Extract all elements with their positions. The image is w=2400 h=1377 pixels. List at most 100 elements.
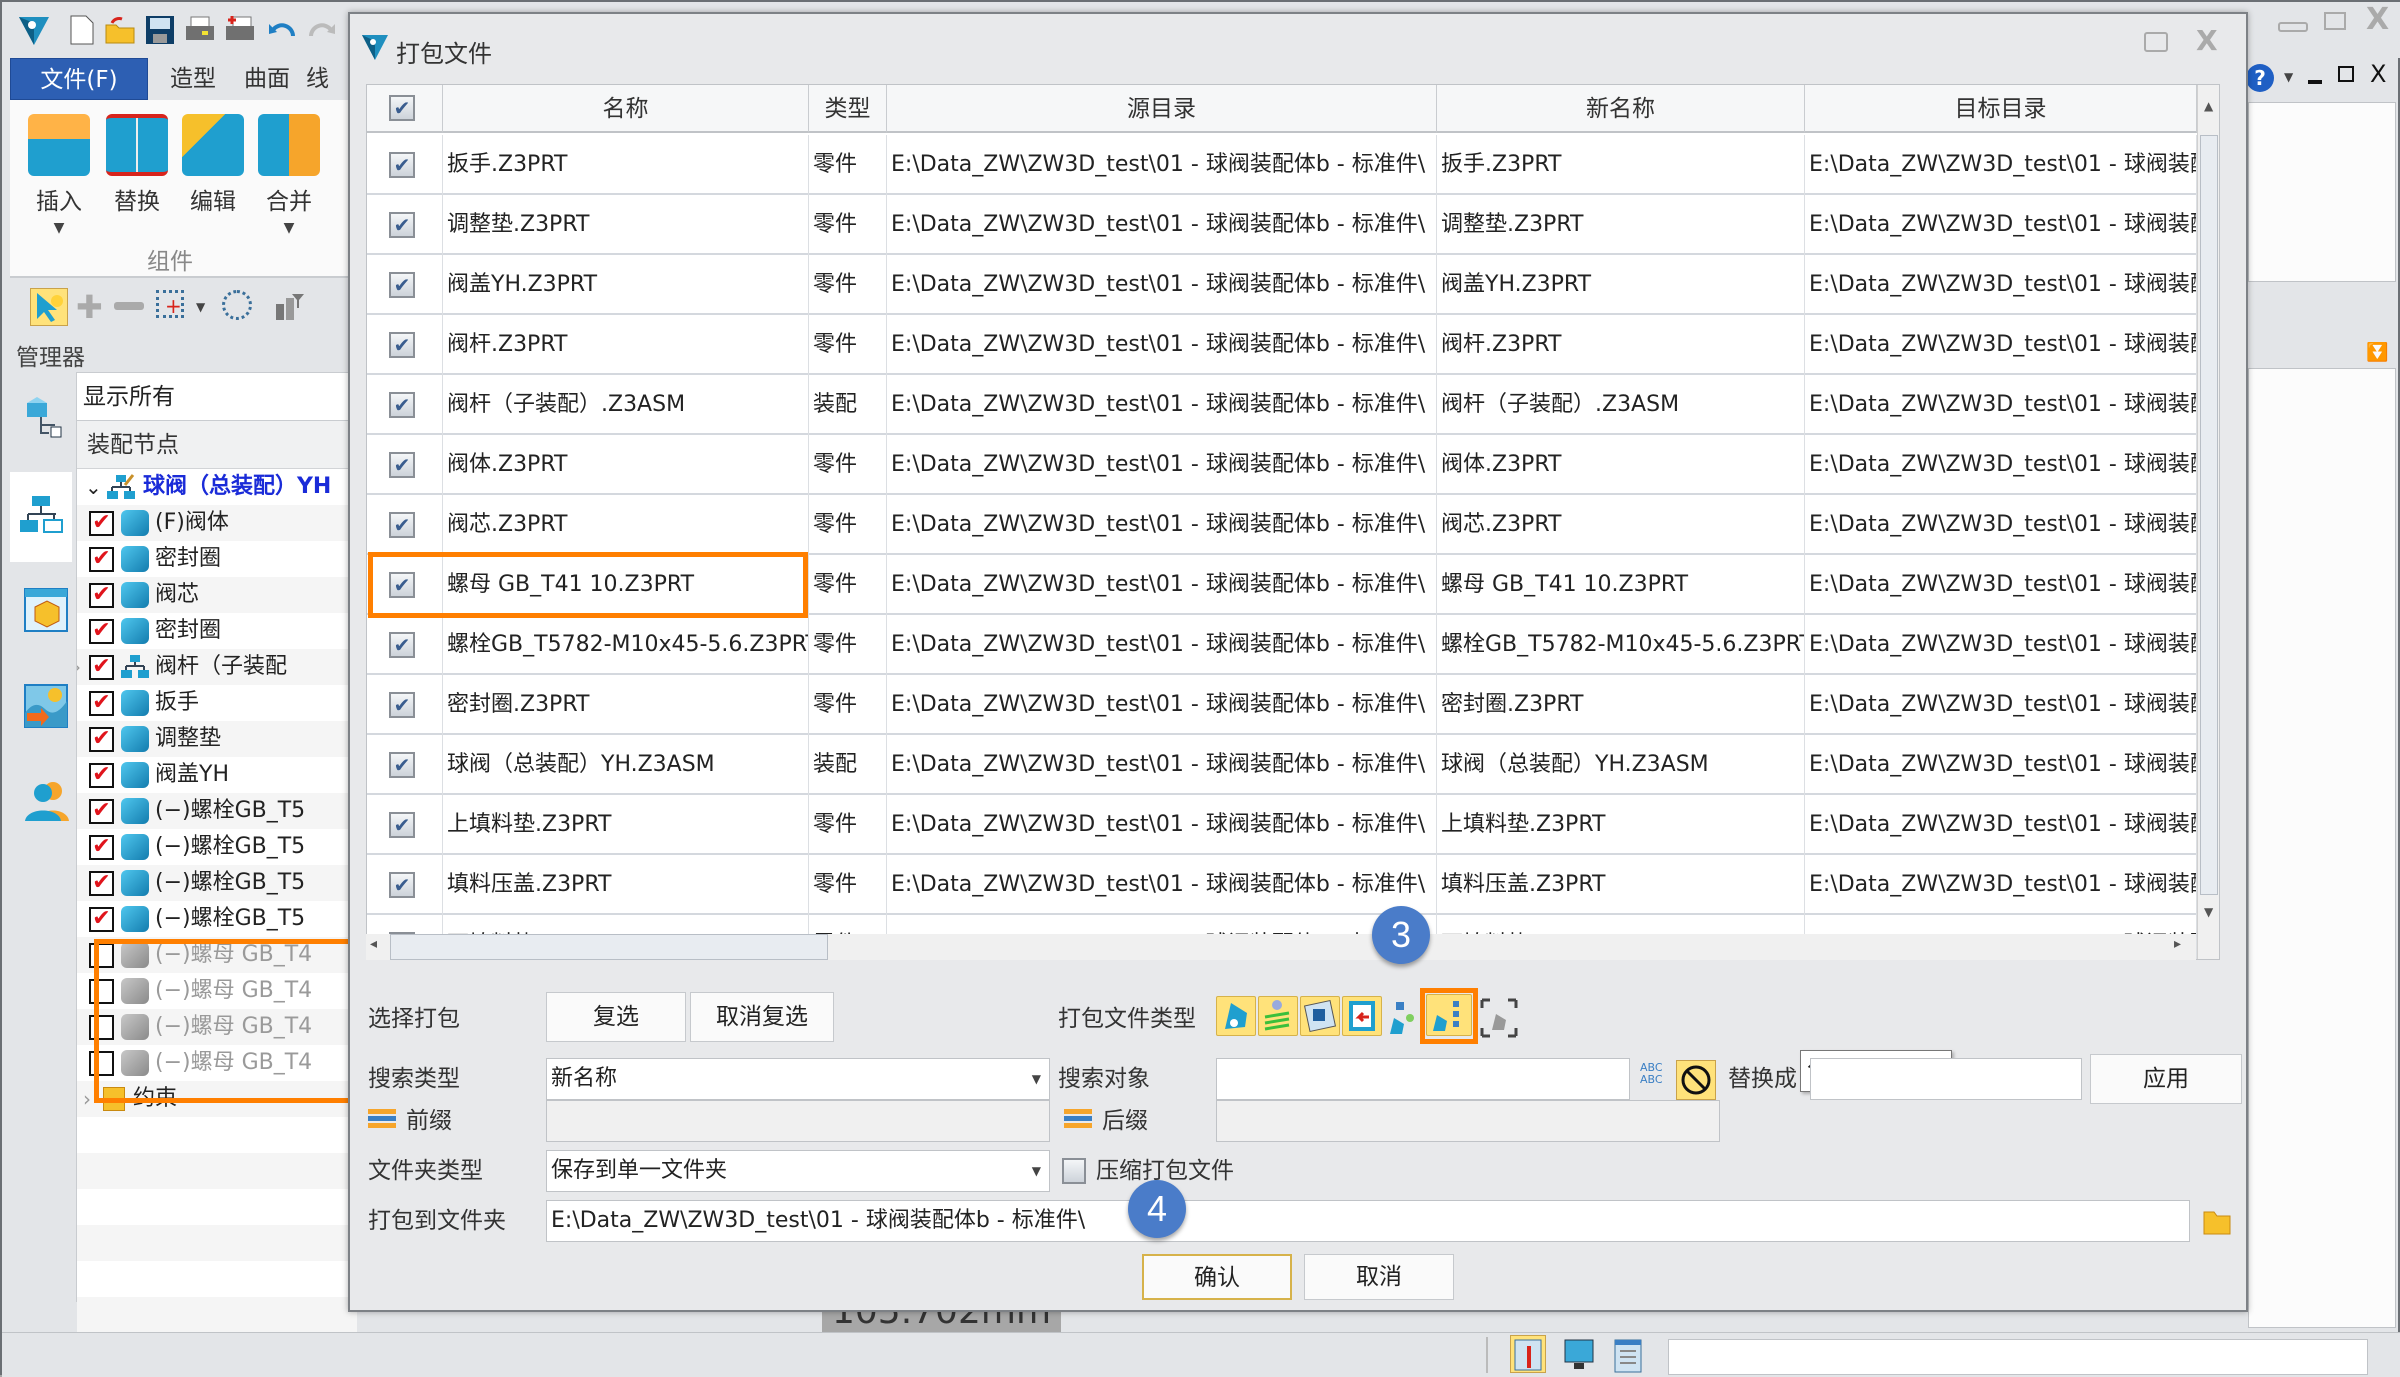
tree-item[interactable]: ✔ 阀盖YH bbox=[77, 757, 357, 793]
tree-item[interactable]: ✔ 密封圈 bbox=[77, 613, 357, 649]
dialog-help-icon[interactable] bbox=[2144, 32, 2168, 52]
log-window-icon[interactable] bbox=[1614, 1339, 1642, 1373]
row-checkbox[interactable]: ✔ bbox=[389, 212, 415, 238]
tree-item-checkbox[interactable]: ✔ bbox=[89, 511, 114, 536]
horizontal-scroll-thumb[interactable] bbox=[390, 934, 828, 960]
external-component-icon[interactable] bbox=[1480, 998, 1518, 1038]
table-row[interactable]: ✔ 密封圈.Z3PRT 零件 E:\Data_ZW\ZW3D_test\01 - 球阀… bbox=[367, 675, 2219, 735]
tree-item[interactable]: (−)螺母 GB_T4 bbox=[77, 1045, 357, 1081]
row-checkbox[interactable]: ✔ bbox=[389, 812, 415, 838]
table-vertical-scrollbar[interactable]: ▲ ▼ bbox=[2197, 85, 2219, 959]
tree-item[interactable]: ✔ 扳手 bbox=[77, 685, 357, 721]
tree-item[interactable]: ✔ (−)螺栓GB_T5 bbox=[77, 901, 357, 937]
undo-icon[interactable] bbox=[264, 12, 300, 48]
ok-button[interactable]: 确认 bbox=[1142, 1254, 1292, 1300]
tree-item[interactable]: ✔ (F)阀体 bbox=[77, 505, 357, 541]
tree-item[interactable]: ✔ 阀芯 bbox=[77, 577, 357, 613]
browse-folder-icon[interactable] bbox=[2200, 1204, 2234, 1238]
table-row[interactable]: ✔ 上填料垫.Z3PRT 零件 E:\Data_ZW\ZW3D_test\01 - 球… bbox=[367, 795, 2219, 855]
image-file-icon[interactable] bbox=[1300, 996, 1340, 1036]
menu-file[interactable]: 文件(F) bbox=[10, 58, 148, 100]
tree-item[interactable]: ✔ (−)螺栓GB_T5 bbox=[77, 865, 357, 901]
command-input[interactable] bbox=[1668, 1339, 2368, 1375]
header-select-all[interactable]: ✔ bbox=[367, 85, 443, 133]
add-filter-icon[interactable]: ✚ bbox=[76, 291, 103, 323]
header-new-name[interactable]: 新名称 bbox=[1437, 85, 1805, 133]
select-all-checkbox[interactable]: ✔ bbox=[389, 95, 415, 121]
prefix-input[interactable] bbox=[546, 1100, 1050, 1142]
chevron-right-icon[interactable]: › bbox=[83, 1081, 91, 1117]
part-file-icon[interactable] bbox=[1216, 996, 1256, 1036]
row-checkbox[interactable]: ✔ bbox=[389, 632, 415, 658]
print-icon[interactable] bbox=[182, 12, 218, 48]
edit-button[interactable]: 编辑 bbox=[178, 110, 248, 240]
table-row[interactable]: ✔ 阀体.Z3PRT 零件 E:\Data_ZW\ZW3D_test\01 - 球阀装… bbox=[367, 435, 2219, 495]
tree-item-checkbox[interactable]: ✔ bbox=[89, 907, 114, 932]
chevron-right-icon[interactable]: › bbox=[77, 649, 81, 685]
row-checkbox[interactable]: ✔ bbox=[389, 452, 415, 478]
smart-pick-icon[interactable] bbox=[30, 288, 68, 326]
uncheck-all-button[interactable]: 取消复选 bbox=[690, 992, 834, 1042]
search-target-input[interactable] bbox=[1216, 1058, 1630, 1100]
open-file-icon[interactable] bbox=[102, 12, 138, 48]
doc-restore-button[interactable] bbox=[2338, 66, 2354, 82]
tree-item[interactable]: › ✔ 阀杆（子装配 bbox=[77, 649, 357, 685]
header-type[interactable]: 类型 bbox=[809, 85, 887, 133]
search-type-select[interactable]: 新名称 ▼ bbox=[546, 1058, 1050, 1100]
row-checkbox[interactable]: ✔ bbox=[389, 572, 415, 598]
drawing-file-icon[interactable] bbox=[1258, 996, 1298, 1036]
doc-minimize-button[interactable] bbox=[2308, 80, 2322, 84]
tree-constraints-row[interactable]: › 约束 bbox=[77, 1081, 357, 1117]
app-restore-button[interactable] bbox=[2324, 12, 2346, 30]
tree-item[interactable]: ✔ 调整垫 bbox=[77, 721, 357, 757]
scroll-up-icon[interactable]: ▲ bbox=[2204, 99, 2213, 113]
table-row[interactable]: ✔ 阀盖YH.Z3PRT 零件 E:\Data_ZW\ZW3D_test\01 - 球… bbox=[367, 255, 2219, 315]
tree-item[interactable]: ✔ (−)螺栓GB_T5 bbox=[77, 793, 357, 829]
row-checkbox[interactable]: ✔ bbox=[389, 392, 415, 418]
vertical-scroll-thumb[interactable] bbox=[2200, 135, 2218, 895]
tree-item[interactable]: ✔ 密封圈 bbox=[77, 541, 357, 577]
scroll-right-icon[interactable]: ▸ bbox=[2174, 936, 2181, 952]
ignore-case-icon[interactable] bbox=[1676, 1060, 1716, 1100]
tree-item-checkbox[interactable]: ✔ bbox=[89, 583, 114, 608]
table-row[interactable]: ✔ 扳手.Z3PRT 零件 E:\Data_ZW\ZW3D_test\01 - 球阀装… bbox=[367, 135, 2219, 195]
compress-checkbox[interactable] bbox=[1062, 1158, 1086, 1184]
tree-item-checkbox[interactable]: ✔ bbox=[89, 655, 114, 680]
table-row[interactable]: ✔ 螺母 GB_T41 10.Z3PRT 零件 E:\Data_ZW\ZW3D_tes… bbox=[367, 555, 2219, 615]
display-icon[interactable] bbox=[1564, 1339, 1594, 1373]
print-setup-icon[interactable] bbox=[222, 12, 258, 48]
include-suppressed-icon[interactable] bbox=[1426, 994, 1472, 1036]
header-name[interactable]: 名称 bbox=[443, 85, 809, 133]
pack-to-folder-input[interactable]: E:\Data_ZW\ZW3D_test\01 - 球阀装配体b - 标准件\ bbox=[546, 1200, 2190, 1242]
tree-item-checkbox[interactable]: ✔ bbox=[89, 547, 114, 572]
tree-item[interactable]: (−)螺母 GB_T4 bbox=[77, 937, 357, 973]
dialog-close-button[interactable]: X bbox=[2196, 24, 2218, 57]
table-row[interactable]: ✔ 阀杆.Z3PRT 零件 E:\Data_ZW\ZW3D_test\01 - 球阀装… bbox=[367, 315, 2219, 375]
tree-item-checkbox[interactable]: ✔ bbox=[89, 763, 114, 788]
linked-file-icon[interactable] bbox=[1342, 996, 1382, 1036]
suffix-input[interactable] bbox=[1216, 1100, 1720, 1142]
lasso-select-icon[interactable] bbox=[222, 290, 252, 320]
check-all-button[interactable]: 复选 bbox=[546, 992, 686, 1042]
row-checkbox[interactable]: ✔ bbox=[389, 332, 415, 358]
scroll-down-icon[interactable]: ▼ bbox=[2204, 905, 2213, 919]
tree-item-checkbox[interactable]: ✔ bbox=[89, 799, 114, 824]
tree-filter-dropdown[interactable]: 显示所有 bbox=[77, 373, 357, 421]
row-checkbox[interactable]: ✔ bbox=[389, 512, 415, 538]
collapse-panel-icon[interactable]: ⏬ bbox=[2366, 342, 2388, 363]
scroll-left-icon[interactable]: ◂ bbox=[370, 936, 377, 952]
header-source-dir[interactable]: 源目录 bbox=[887, 85, 1437, 133]
tree-item-checkbox[interactable]: ✔ bbox=[89, 835, 114, 860]
user-manager-icon[interactable] bbox=[18, 772, 74, 828]
help-dropdown-icon[interactable]: ▼ bbox=[2284, 70, 2293, 84]
row-checkbox[interactable]: ✔ bbox=[389, 152, 415, 178]
history-manager-icon[interactable] bbox=[18, 388, 74, 444]
doc-close-button[interactable]: X bbox=[2370, 60, 2386, 88]
tree-item-checkbox[interactable]: ✔ bbox=[89, 727, 114, 752]
tree-item-checkbox[interactable] bbox=[89, 1015, 114, 1040]
table-row[interactable]: ✔ 螺栓GB_T5782-M10x45-5.6.Z3PRT 零件 E:\Data_ZW… bbox=[367, 615, 2219, 675]
save-icon[interactable] bbox=[142, 12, 178, 48]
new-file-icon[interactable] bbox=[64, 12, 100, 48]
case-match-icon[interactable]: ABC ABC bbox=[1640, 1062, 1670, 1098]
table-horizontal-scrollbar[interactable]: ◂ ▸ bbox=[366, 934, 2196, 960]
